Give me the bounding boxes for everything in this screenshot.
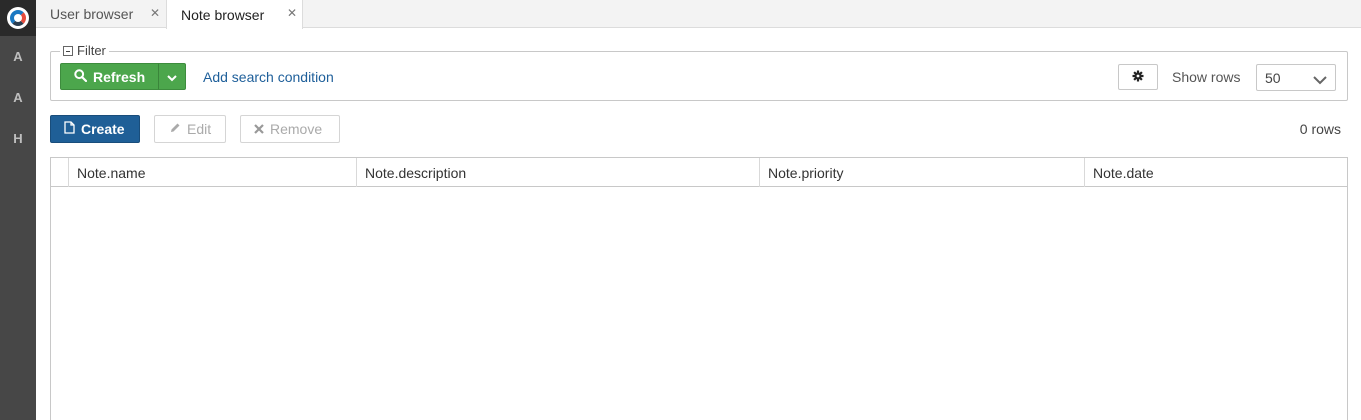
- sidebar-item-1[interactable]: A: [0, 36, 36, 77]
- notes-table[interactable]: Note.name Note.description Note.priority…: [50, 157, 1348, 420]
- file-icon: [64, 121, 75, 137]
- tab-label: Note browser: [181, 6, 265, 23]
- create-label: Create: [81, 121, 125, 137]
- sidebar-item-2[interactable]: A: [0, 77, 36, 118]
- refresh-label: Refresh: [93, 68, 146, 85]
- chevron-down-icon: [167, 69, 177, 85]
- create-button[interactable]: Create: [50, 115, 140, 143]
- tab-user-browser[interactable]: User browser ✕: [36, 0, 166, 28]
- edit-label: Edit: [187, 121, 212, 137]
- column-header-date[interactable]: Note.date: [1085, 158, 1347, 187]
- table-header: Note.name Note.description Note.priority…: [51, 158, 1347, 187]
- column-header-priority[interactable]: Note.priority: [760, 158, 1085, 187]
- tabs-bar: User browser ✕ Note browser ✕: [36, 0, 1361, 29]
- search-icon: [74, 68, 88, 85]
- refresh-dropdown-button[interactable]: [158, 63, 186, 90]
- close-icon: [254, 121, 264, 137]
- column-header-name[interactable]: Note.name: [69, 158, 357, 187]
- column-header-description[interactable]: Note.description: [357, 158, 760, 187]
- app-sidebar: A A H: [0, 0, 36, 420]
- select-column-header[interactable]: [51, 158, 69, 187]
- app-logo[interactable]: [0, 0, 36, 36]
- refresh-button[interactable]: Refresh: [60, 63, 159, 90]
- close-icon[interactable]: ✕: [287, 6, 297, 20]
- filter-legend-label: Filter: [77, 43, 106, 58]
- collapse-icon[interactable]: [63, 45, 73, 56]
- edit-button[interactable]: Edit: [154, 115, 226, 143]
- logo-icon: [7, 7, 29, 29]
- settings-button[interactable]: [1118, 64, 1158, 90]
- gear-icon: [1132, 69, 1144, 85]
- rows-per-page-select[interactable]: 50: [1256, 64, 1336, 91]
- tab-label: User browser: [50, 6, 134, 22]
- tab-note-browser[interactable]: Note browser ✕: [166, 0, 303, 29]
- chevron-down-icon: [1313, 72, 1327, 88]
- close-icon[interactable]: ✕: [150, 6, 160, 20]
- rows-select-value: 50: [1265, 69, 1281, 86]
- table-body: [51, 188, 1347, 420]
- sidebar-item-3[interactable]: H: [0, 118, 36, 159]
- row-count: 0 rows: [1299, 121, 1341, 137]
- show-rows-label: Show rows: [1172, 69, 1241, 85]
- filter-legend[interactable]: Filter: [60, 43, 109, 58]
- pencil-icon: [169, 121, 181, 137]
- remove-label: Remove: [270, 121, 323, 137]
- remove-button[interactable]: Remove: [240, 115, 340, 143]
- add-search-condition-link[interactable]: Add search condition: [203, 69, 334, 85]
